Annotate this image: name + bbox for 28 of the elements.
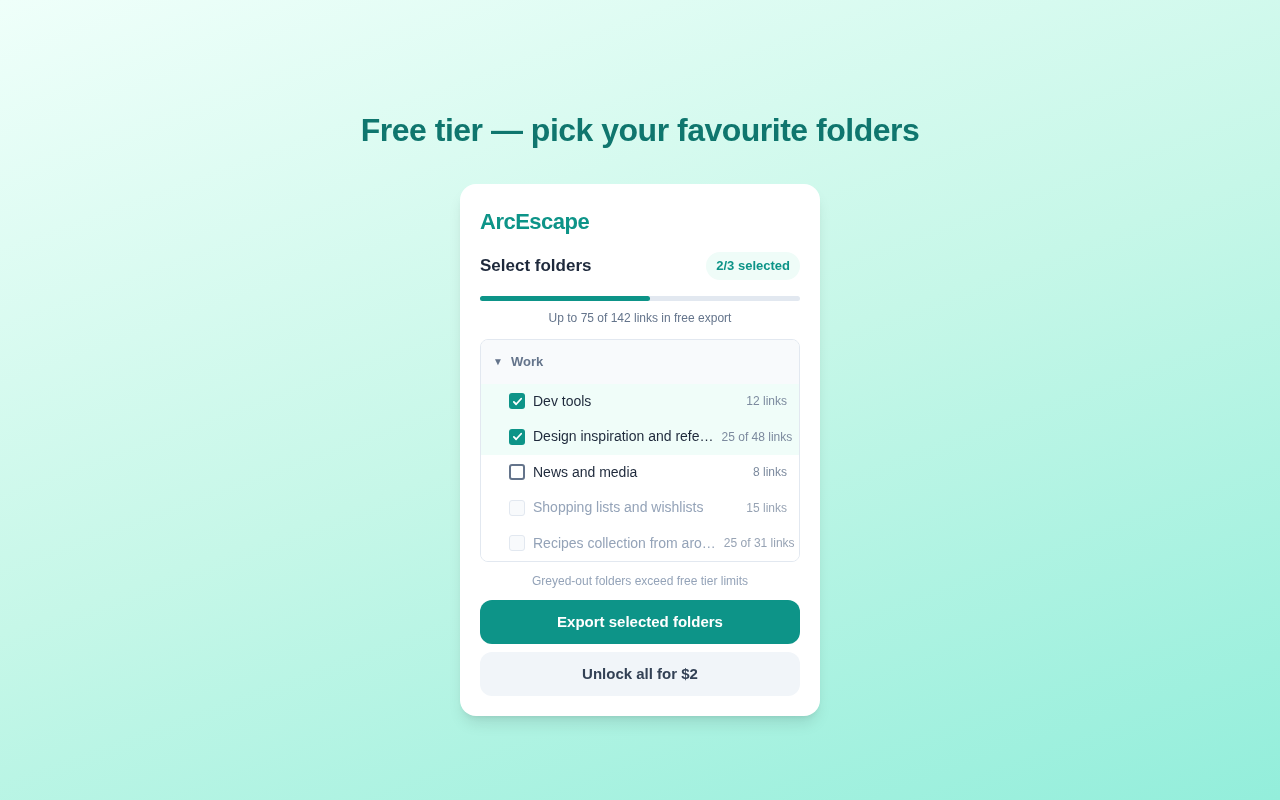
section-title: Select folders: [480, 255, 592, 277]
link-count: 15 links: [746, 499, 787, 517]
unlock-button[interactable]: Unlock all for $2: [480, 652, 800, 696]
link-count: 25 of 31 links: [723, 535, 795, 553]
folder-name: Recipes collection from aro…: [533, 533, 716, 553]
link-count: 8 links: [753, 464, 787, 482]
group-name: Work: [510, 352, 544, 371]
checkbox[interactable]: [509, 464, 525, 481]
check-icon: [511, 431, 523, 443]
folder-group-header[interactable]: ▼ Work: [481, 339, 799, 384]
link-count: 12 links: [746, 393, 787, 411]
folder-name: Shopping lists and wishlists: [533, 498, 705, 518]
folder-row[interactable]: Dev tools 12 links: [481, 383, 799, 419]
brand-logo: ArcEscape: [480, 208, 591, 236]
check-icon: [511, 395, 523, 407]
checkbox[interactable]: [509, 393, 525, 410]
folder-name: News and media: [533, 462, 639, 482]
folder-name: Design inspiration and refe…: [533, 427, 714, 447]
page-heading: Free tier — pick your favourite folders: [360, 111, 920, 150]
link-count: 25 of 48 links: [721, 428, 793, 446]
progress-caption: Up to 75 of 142 links in free export: [547, 309, 733, 327]
group-toggle-label: ▼: [493, 355, 503, 369]
selected-count-badge: 2/3 selected: [706, 252, 800, 280]
export-button[interactable]: Export selected folders: [480, 600, 800, 644]
checkbox[interactable]: [509, 428, 525, 445]
folder-name: Dev tools: [533, 391, 593, 411]
folder-row[interactable]: Design inspiration and refe… 25 of 48 links: [481, 419, 799, 455]
limit-note: Greyed-out folders exceed free tier limits: [530, 573, 750, 590]
